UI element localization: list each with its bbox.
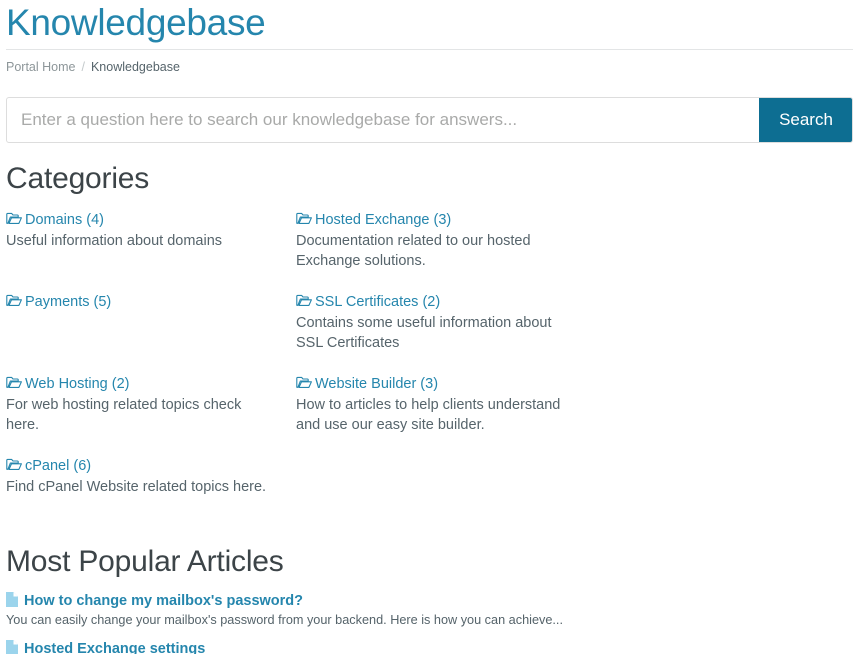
categories-heading: Categories [6, 162, 150, 195]
category-cell: cPanel (6) Find cPanel Website related t… [6, 456, 296, 497]
category-label: Website Builder (3) [315, 376, 439, 392]
folder-open-icon [6, 375, 22, 388]
article-list: How to change my mailbox's password? You… [6, 592, 853, 654]
breadcrumb-current: Knowledgebase [90, 60, 180, 74]
list-item: How to change my mailbox's password? You… [6, 592, 853, 629]
folder-open-icon [6, 211, 22, 224]
category-label: cPanel (6) [25, 458, 92, 474]
folder-open-icon [296, 375, 312, 388]
folder-open-icon [296, 211, 312, 224]
knowledgebase-page: Knowledgebase Portal Home / Knowledgebase … [0, 0, 859, 654]
category-description: How to articles to help clients understa… [296, 397, 561, 433]
category-link-cpanel[interactable]: cPanel (6) [6, 456, 278, 476]
article-title: How to change my mailbox's password? [24, 593, 304, 609]
category-link-hosted-exchange[interactable]: Hosted Exchange (3) [296, 210, 568, 230]
article-link-mailbox-password[interactable]: How to change my mailbox's password? [6, 592, 853, 611]
category-grid: Domains (4) Useful information about dom… [6, 210, 853, 518]
folder-open-icon [6, 457, 22, 470]
category-label: Hosted Exchange (3) [315, 212, 452, 228]
article-link-hosted-exchange-settings[interactable]: Hosted Exchange settings [6, 640, 853, 654]
folder-open-icon [296, 293, 312, 306]
category-description: Contains some useful information about S… [296, 315, 552, 351]
category-cell: Domains (4) Useful information about dom… [6, 210, 296, 271]
search-bar: Search [6, 97, 853, 143]
category-description: Useful information about domains [6, 233, 223, 249]
category-cell: SSL Certificates (2) Contains some usefu… [296, 292, 586, 353]
file-icon [6, 592, 18, 607]
article-excerpt: You can easily change your mailbox's pas… [6, 613, 563, 627]
category-description: For web hosting related topics check her… [6, 397, 242, 433]
breadcrumb-link-portal-home[interactable]: Portal Home [6, 60, 75, 74]
category-cell: Web Hosting (2) For web hosting related … [6, 374, 296, 435]
breadcrumb: Portal Home / Knowledgebase [6, 49, 853, 75]
category-description: Find cPanel Website related topics here. [6, 479, 267, 495]
category-link-website-builder[interactable]: Website Builder (3) [296, 374, 568, 394]
category-link-ssl-certificates[interactable]: SSL Certificates (2) [296, 292, 568, 312]
category-description: Documentation related to our hosted Exch… [296, 233, 531, 269]
search-button[interactable]: Search [759, 98, 852, 142]
folder-open-icon [6, 293, 22, 306]
category-label: Payments (5) [25, 294, 112, 310]
category-label: Web Hosting (2) [25, 376, 130, 392]
category-cell: Hosted Exchange (3) Documentation relate… [296, 210, 586, 271]
category-cell: Website Builder (3) How to articles to h… [296, 374, 586, 435]
articles-heading: Most Popular Articles [6, 545, 284, 578]
category-cell: Payments (5) [6, 292, 296, 353]
category-link-web-hosting[interactable]: Web Hosting (2) [6, 374, 278, 394]
category-link-payments[interactable]: Payments (5) [6, 292, 278, 312]
list-item: Hosted Exchange settings To set up your … [6, 640, 853, 654]
search-input[interactable] [7, 98, 759, 142]
file-icon [6, 640, 18, 654]
category-label: SSL Certificates (2) [315, 294, 441, 310]
article-title: Hosted Exchange settings [24, 641, 206, 654]
page-title: Knowledgebase [6, 2, 266, 43]
breadcrumb-separator: / [81, 60, 85, 74]
category-label: Domains (4) [25, 212, 104, 228]
category-link-domains[interactable]: Domains (4) [6, 210, 278, 230]
